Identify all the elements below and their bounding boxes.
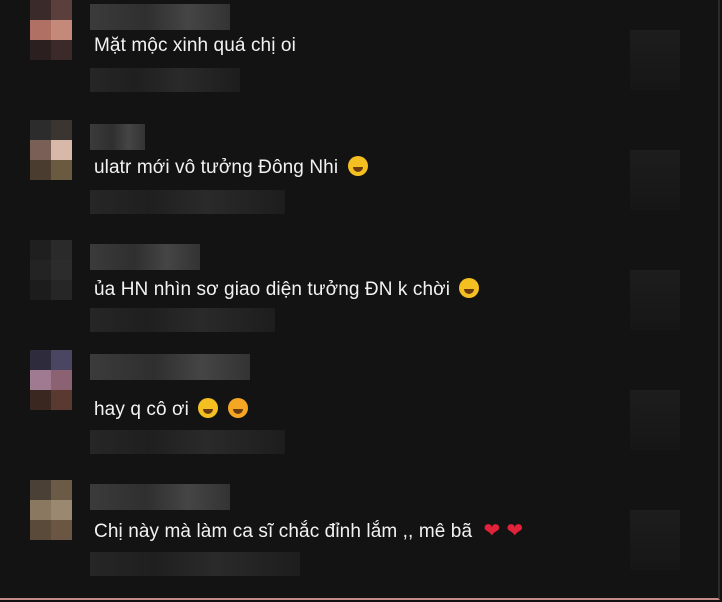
comment-list: Mặt mộc xinh quá chị oi ulatr mới vô tưở…: [0, 0, 720, 600]
comment-text: hay q cô ơi: [94, 398, 248, 421]
comment-item: Mặt mộc xinh quá chị oi: [0, 0, 722, 120]
like-area-blurred[interactable]: [630, 390, 680, 450]
comment-meta-blurred: [90, 552, 300, 576]
username-blurred[interactable]: [90, 354, 250, 380]
comment-meta-blurred: [90, 430, 285, 454]
avatar[interactable]: [30, 0, 72, 60]
comment-text: ủa HN nhìn sơ giao diện tưởng ĐN k chời: [94, 278, 480, 301]
username-blurred[interactable]: [90, 4, 230, 30]
comment-meta-blurred: [90, 68, 240, 92]
avatar[interactable]: [30, 120, 72, 180]
red-heart-icon: ❤: [506, 520, 524, 542]
rolling-laughing-face-icon: [459, 278, 480, 298]
comment-meta-blurred: [90, 190, 285, 214]
avatar[interactable]: [30, 350, 72, 410]
like-area-blurred[interactable]: [630, 150, 680, 210]
smiling-face-icon: [198, 398, 219, 418]
laughing-face-icon: [347, 156, 368, 176]
username-blurred[interactable]: [90, 484, 230, 510]
avatar[interactable]: [30, 240, 72, 300]
comment-item: Chị này mà làm ca sĩ chắc đỉnh lắm ,, mê…: [0, 480, 722, 600]
like-area-blurred[interactable]: [630, 510, 680, 570]
username-blurred[interactable]: [90, 244, 200, 270]
username-blurred[interactable]: [90, 124, 145, 150]
comment-text: Chị này mà làm ca sĩ chắc đỉnh lắm ,, mê…: [94, 520, 524, 542]
comment-item: ủa HN nhìn sơ giao diện tưởng ĐN k chời: [0, 240, 722, 360]
comment-text: ulatr mới vô tưởng Đông Nhi: [94, 156, 368, 179]
like-area-blurred[interactable]: [630, 30, 680, 90]
comment-text: Mặt mộc xinh quá chị oi: [94, 35, 296, 56]
heart-eyes-face-icon: [227, 398, 248, 418]
comment-item: hay q cô ơi: [0, 350, 722, 470]
avatar[interactable]: [30, 480, 72, 540]
comment-meta-blurred: [90, 308, 275, 332]
comment-item: ulatr mới vô tưởng Đông Nhi: [0, 120, 722, 240]
red-heart-icon: ❤: [483, 520, 501, 542]
like-area-blurred[interactable]: [630, 270, 680, 330]
